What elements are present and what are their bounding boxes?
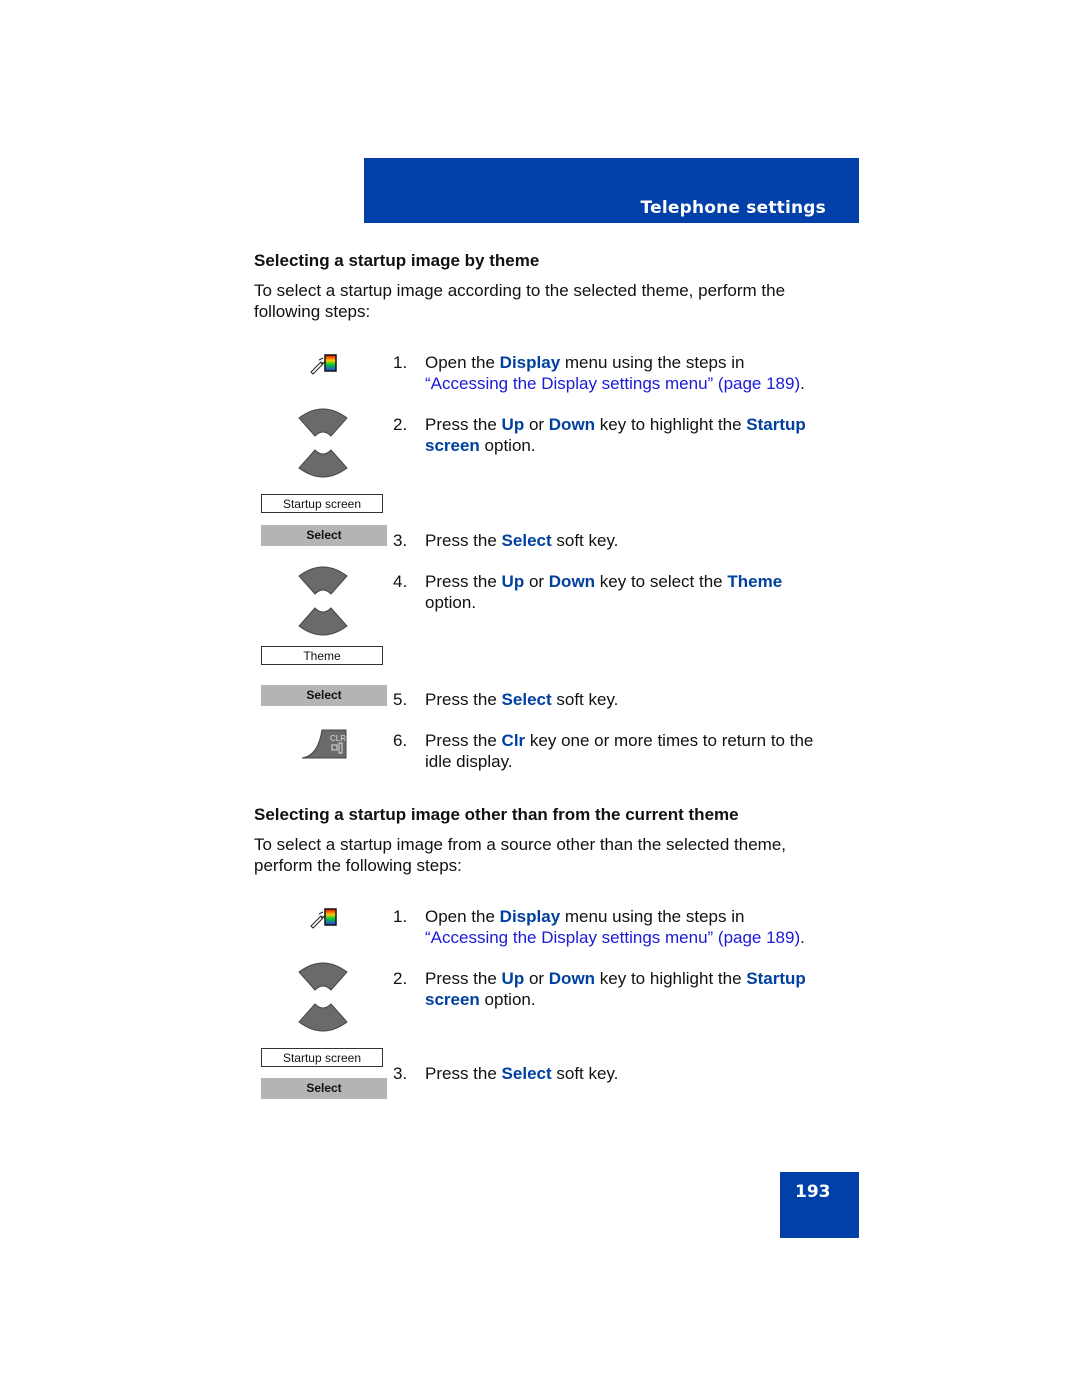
cross-reference-link[interactable]: “Accessing the Display settings menu” (p…: [425, 928, 800, 947]
select-soft-key[interactable]: Select: [261, 525, 387, 546]
clr-key-label: CLR: [330, 734, 346, 743]
select-soft-key[interactable]: Select: [261, 685, 387, 706]
section-intro: To select a startup image according to t…: [254, 281, 786, 321]
up-down-nav-keys-icon: [298, 962, 348, 1032]
display-label-startup-screen: Startup screen: [261, 1048, 383, 1067]
display-label-theme: Theme: [261, 646, 383, 665]
up-down-nav-keys-icon: [298, 408, 348, 478]
section-heading: Selecting a startup image by theme: [254, 251, 540, 270]
page-number: 193: [795, 1182, 831, 1202]
display-settings-icon: [310, 908, 337, 929]
clr-key-icon: CLR: [301, 729, 347, 759]
section-intro: To select a startup image from a source …: [254, 835, 787, 875]
section-header-band: Telephone settings: [364, 158, 859, 223]
select-soft-key[interactable]: Select: [261, 1078, 387, 1099]
up-down-nav-keys-icon: [298, 566, 348, 636]
section-heading: Selecting a startup image other than fro…: [254, 805, 739, 824]
cross-reference-link[interactable]: “Accessing the Display settings menu” (p…: [425, 374, 800, 393]
page-number-box: 193: [780, 1172, 859, 1238]
section-title: Telephone settings: [640, 198, 826, 218]
display-settings-icon: [310, 354, 337, 375]
display-label-startup-screen: Startup screen: [261, 494, 383, 513]
